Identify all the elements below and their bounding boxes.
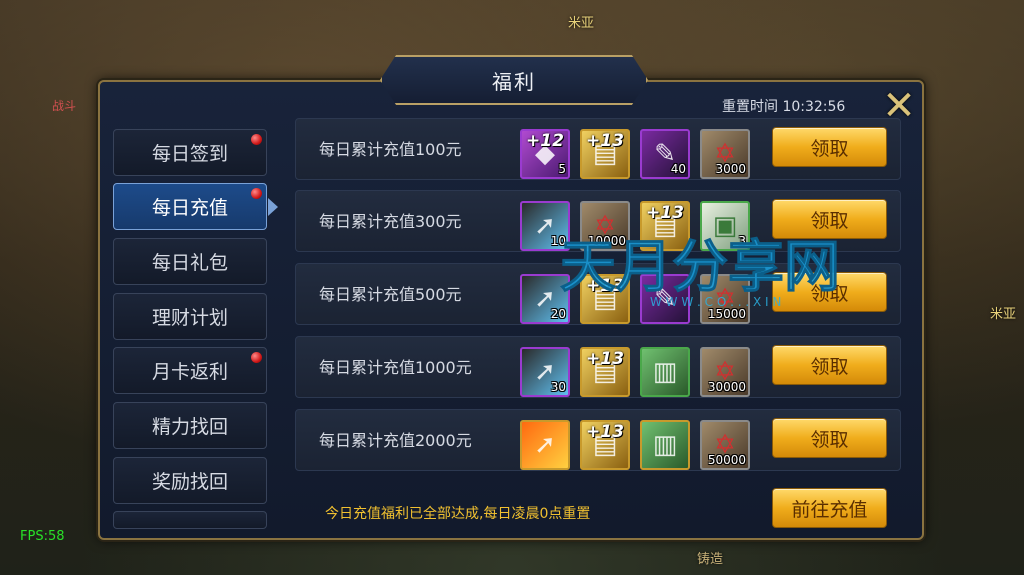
sidebar-item-daily-gift[interactable]: 每日礼包	[113, 238, 267, 285]
goto-recharge-button[interactable]: 前往充值	[772, 488, 887, 528]
forge-label: 铸造	[697, 552, 724, 567]
reward-label: 每日累计充值2000元	[319, 431, 472, 450]
green-scroll-icon: ▥	[652, 357, 678, 387]
reset-notice: 今日充值福利已全部达成,每日凌晨0点重置	[325, 506, 591, 522]
reward-row-100: 每日累计充值100元 ◆ +12 5 ▤ +13 ✎ 40 ✡ 3000 领取	[295, 118, 901, 180]
npc-name-right: 米亚	[990, 307, 1017, 322]
sidebar-item-finance-plan[interactable]: 理财计划	[113, 293, 267, 340]
sidebar-item-label: 每日礼包	[151, 252, 228, 274]
reward-item[interactable]: ✡ 15000	[700, 274, 750, 324]
claim-button[interactable]: 领取	[772, 272, 887, 312]
sidebar-item-label: 每日签到	[151, 143, 228, 165]
notification-badge	[251, 188, 262, 199]
claim-button[interactable]: 领取	[772, 199, 887, 239]
sidebar-item-energy-recovery[interactable]: 精力找回	[113, 402, 267, 449]
reward-item[interactable]: ▣ 3	[700, 201, 750, 251]
reward-item[interactable]: ➚	[520, 420, 570, 470]
battle-tag: 战斗	[52, 99, 77, 113]
npc-name-top: 米亚	[568, 16, 595, 31]
title-tab: 福利	[380, 55, 648, 105]
sidebar-item-label: 月卡返利	[151, 361, 228, 383]
reward-label: 每日累计充值500元	[319, 285, 462, 304]
sidebar-item-label: 理财计划	[151, 307, 228, 329]
fire-arrow-icon: ➚	[534, 430, 556, 460]
reward-item[interactable]: ◆ +12 5	[520, 129, 570, 179]
reward-item[interactable]: ✡ 50000	[700, 420, 750, 470]
reward-item[interactable]: ✎	[640, 274, 690, 324]
reward-item[interactable]: ➚ 30	[520, 347, 570, 397]
claim-button[interactable]: 领取	[772, 418, 887, 458]
spellbook-icon: ✎	[654, 284, 676, 314]
reward-item[interactable]: ▥	[640, 420, 690, 470]
sidebar-item-monthly-card[interactable]: 月卡返利	[113, 347, 267, 394]
sidebar-item-reward-recovery[interactable]: 奖励找回	[113, 457, 267, 504]
reward-row-300: 每日累计充值300元 ➚ 10 ✡ 10000 ▤ +13 ▣ 3 领取	[295, 190, 901, 252]
reward-row-1000: 每日累计充值1000元 ➚ 30 ▤ +13 ▥ ✡ 30000 领取	[295, 336, 901, 398]
claim-button[interactable]: 领取	[772, 127, 887, 167]
reward-row-2000: 每日累计充值2000元 ➚ ▤ +13 ▥ ✡ 50000 领取	[295, 409, 901, 471]
reward-item[interactable]: ✡ 30000	[700, 347, 750, 397]
reward-item[interactable]: ✡ 10000	[580, 201, 630, 251]
reward-item[interactable]: ▤ +13	[580, 129, 630, 179]
notification-badge	[251, 134, 262, 145]
active-arrow-icon	[268, 198, 278, 216]
reward-label: 每日累计充值100元	[319, 140, 462, 159]
reward-item[interactable]: ▤ +13	[580, 347, 630, 397]
sidebar-item-daily-signin[interactable]: 每日签到	[113, 129, 267, 176]
notification-badge	[251, 352, 262, 363]
reward-item[interactable]: ✡ 3000	[700, 129, 750, 179]
sidebar-item-label: 精力找回	[151, 416, 228, 438]
reward-label: 每日累计充值1000元	[319, 358, 472, 377]
fps-counter: FPS:58	[20, 529, 65, 544]
reward-item[interactable]: ➚ 10	[520, 201, 570, 251]
reward-item[interactable]: ▥	[640, 347, 690, 397]
reward-label: 每日累计充值300元	[319, 212, 462, 231]
reward-item[interactable]: ✎ 40	[640, 129, 690, 179]
green-scroll-icon: ▥	[652, 430, 678, 460]
reward-row-500: 每日累计充值500元 ➚ 20 ▤ +13 ✎ ✡ 15000 领取	[295, 263, 901, 325]
reward-item[interactable]: ▤ +13	[580, 420, 630, 470]
claim-button[interactable]: 领取	[772, 345, 887, 385]
reset-time: 重置时间 10:32:56	[722, 99, 846, 115]
sidebar-item-partial[interactable]	[113, 511, 267, 529]
sidebar-item-daily-recharge[interactable]: 每日充值	[113, 183, 278, 230]
reward-item[interactable]: ▤ +13	[580, 274, 630, 324]
reward-item[interactable]: ▤ +13	[640, 201, 690, 251]
sidebar-item-label: 奖励找回	[151, 471, 228, 493]
reward-item[interactable]: ➚ 20	[520, 274, 570, 324]
sidebar-item-label: 每日充值	[151, 197, 228, 219]
panel-title: 福利	[492, 69, 536, 94]
